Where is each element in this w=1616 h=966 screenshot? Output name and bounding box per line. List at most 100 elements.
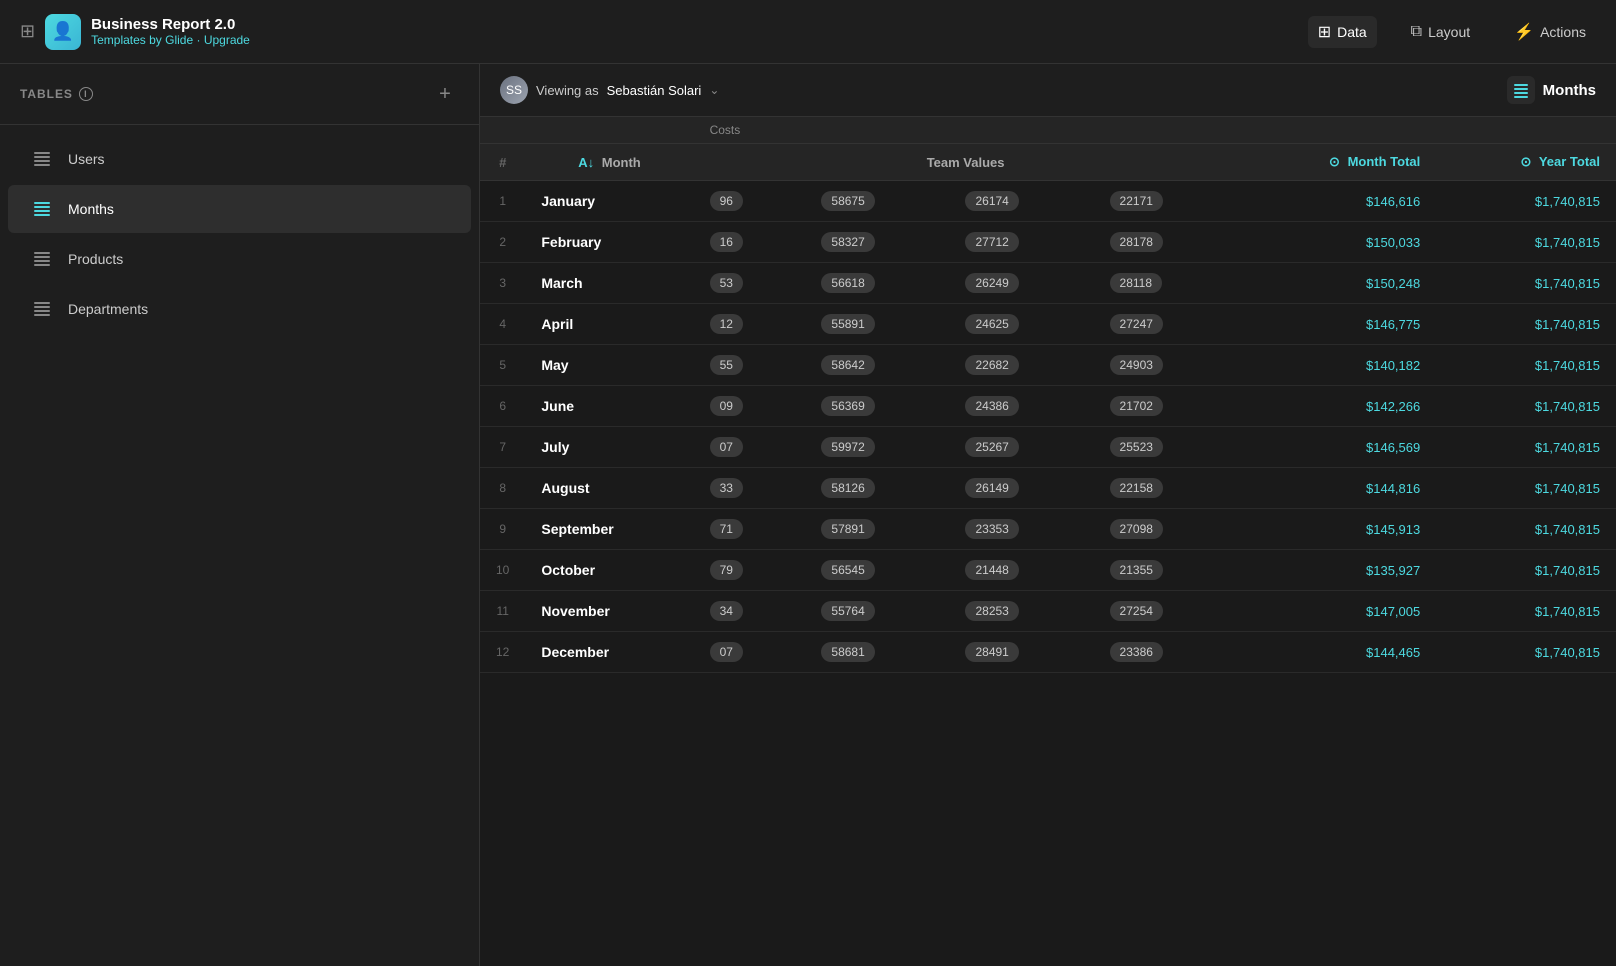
- table-row[interactable]: 8 August 33 58126 26149 22158 $144,816 $…: [480, 468, 1616, 509]
- row-v2: 56369: [805, 386, 949, 427]
- info-icon[interactable]: i: [79, 87, 93, 101]
- topbar: ⊞ 👤 Business Report 2.0 Templates by Gli…: [0, 0, 1616, 64]
- row-year-total: $1,740,815: [1436, 427, 1616, 468]
- row-v3: 21448: [949, 550, 1093, 591]
- table-row[interactable]: 11 November 34 55764 28253 27254 $147,00…: [480, 591, 1616, 632]
- row-v1: 53: [694, 263, 806, 304]
- months-table-icon: [28, 195, 56, 223]
- row-month-total: $140,182: [1238, 345, 1437, 386]
- row-v3: 26249: [949, 263, 1093, 304]
- row-year-total: $1,740,815: [1436, 632, 1616, 673]
- row-v4: 27098: [1094, 509, 1238, 550]
- row-month: April: [525, 304, 693, 345]
- sidebar-item-months-label: Months: [68, 201, 114, 217]
- row-v4: 21355: [1094, 550, 1238, 591]
- sidebar-item-months[interactable]: Months: [8, 185, 471, 233]
- row-v3: 26149: [949, 468, 1093, 509]
- row-v1: 12: [694, 304, 806, 345]
- row-month: March: [525, 263, 693, 304]
- row-month: July: [525, 427, 693, 468]
- topbar-actions: ⊞ Data ⧉ Layout ⚡ Actions: [1308, 16, 1596, 48]
- row-month-total: $146,616: [1238, 181, 1437, 222]
- table-row[interactable]: 1 January 96 58675 26174 22171 $146,616 …: [480, 181, 1616, 222]
- row-v2: 59972: [805, 427, 949, 468]
- row-year-total: $1,740,815: [1436, 386, 1616, 427]
- row-year-total: $1,740,815: [1436, 222, 1616, 263]
- sidebar-item-users-label: Users: [68, 151, 105, 167]
- row-v1: 16: [694, 222, 806, 263]
- table-row[interactable]: 12 December 07 58681 28491 23386 $144,46…: [480, 632, 1616, 673]
- col-header-month: A↓ Month: [525, 144, 693, 181]
- table-wrapper[interactable]: Costs # A↓ Month Team Values ⊙: [480, 117, 1616, 966]
- row-v3: 25267: [949, 427, 1093, 468]
- table-row[interactable]: 10 October 79 56545 21448 21355 $135,927…: [480, 550, 1616, 591]
- row-month-total: $145,913: [1238, 509, 1437, 550]
- table-row[interactable]: 9 September 71 57891 23353 27098 $145,91…: [480, 509, 1616, 550]
- row-v1: 09: [694, 386, 806, 427]
- row-num: 5: [480, 345, 525, 386]
- months-header-icon: [1507, 76, 1535, 104]
- app-icon: 👤: [45, 14, 81, 50]
- app-title-block: Business Report 2.0 Templates by Glide ·…: [91, 16, 250, 47]
- row-month-total: $150,248: [1238, 263, 1437, 304]
- row-month: May: [525, 345, 693, 386]
- row-v1: 07: [694, 632, 806, 673]
- products-table-icon: [28, 245, 56, 273]
- row-v4: 28118: [1094, 263, 1238, 304]
- row-v1: 33: [694, 468, 806, 509]
- viewer-info[interactable]: SS Viewing as Sebastián Solari ⌄: [500, 76, 719, 104]
- month-total-icon: ⊙: [1329, 154, 1340, 169]
- table-row[interactable]: 7 July 07 59972 25267 25523 $146,569 $1,…: [480, 427, 1616, 468]
- grid-icon[interactable]: ⊞: [20, 21, 35, 42]
- col-header-month-total: ⊙ Month Total: [1238, 144, 1437, 181]
- table-row[interactable]: 3 March 53 56618 26249 28118 $150,248 $1…: [480, 263, 1616, 304]
- sidebar-item-products[interactable]: Products: [8, 235, 471, 283]
- layout-button[interactable]: ⧉ Layout: [1401, 17, 1480, 47]
- row-month-total: $147,005: [1238, 591, 1437, 632]
- row-v1: 79: [694, 550, 806, 591]
- sidebar: TABLES i + Users: [0, 64, 480, 966]
- data-icon: ⊞: [1318, 22, 1331, 42]
- add-table-button[interactable]: +: [431, 80, 459, 108]
- table-row[interactable]: 6 June 09 56369 24386 21702 $142,266 $1,…: [480, 386, 1616, 427]
- row-month: January: [525, 181, 693, 222]
- upgrade-link[interactable]: Upgrade: [204, 33, 250, 47]
- row-num: 1: [480, 181, 525, 222]
- row-year-total: $1,740,815: [1436, 304, 1616, 345]
- row-v3: 27712: [949, 222, 1093, 263]
- row-num: 3: [480, 263, 525, 304]
- months-header-label: Months: [1543, 82, 1596, 99]
- row-v4: 27247: [1094, 304, 1238, 345]
- viewer-chevron-icon: ⌄: [709, 83, 719, 97]
- table-row[interactable]: 5 May 55 58642 22682 24903 $140,182 $1,7…: [480, 345, 1616, 386]
- row-year-total: $1,740,815: [1436, 181, 1616, 222]
- sidebar-item-departments-label: Departments: [68, 301, 148, 317]
- row-month: June: [525, 386, 693, 427]
- table-row[interactable]: 2 February 16 58327 27712 28178 $150,033…: [480, 222, 1616, 263]
- row-v1: 55: [694, 345, 806, 386]
- data-button[interactable]: ⊞ Data: [1308, 16, 1377, 48]
- table-row[interactable]: 4 April 12 55891 24625 27247 $146,775 $1…: [480, 304, 1616, 345]
- row-month: October: [525, 550, 693, 591]
- row-month-total: $144,816: [1238, 468, 1437, 509]
- row-v2: 58126: [805, 468, 949, 509]
- row-v4: 23386: [1094, 632, 1238, 673]
- layout-icon: ⧉: [1411, 23, 1422, 41]
- row-year-total: $1,740,815: [1436, 345, 1616, 386]
- row-v2: 55891: [805, 304, 949, 345]
- sidebar-item-users[interactable]: Users: [8, 135, 471, 183]
- row-num: 12: [480, 632, 525, 673]
- row-v2: 57891: [805, 509, 949, 550]
- row-num: 8: [480, 468, 525, 509]
- row-v2: 58681: [805, 632, 949, 673]
- data-table: Costs # A↓ Month Team Values ⊙: [480, 117, 1616, 673]
- viewer-name: Sebastián Solari: [607, 83, 702, 98]
- row-year-total: $1,740,815: [1436, 550, 1616, 591]
- actions-button[interactable]: ⚡ Actions: [1504, 16, 1596, 48]
- row-v2: 58642: [805, 345, 949, 386]
- topbar-left: ⊞ 👤 Business Report 2.0 Templates by Gli…: [20, 14, 1308, 50]
- table-body: 1 January 96 58675 26174 22171 $146,616 …: [480, 181, 1616, 673]
- sidebar-item-products-label: Products: [68, 251, 123, 267]
- row-v3: 23353: [949, 509, 1093, 550]
- sidebar-item-departments[interactable]: Departments: [8, 285, 471, 333]
